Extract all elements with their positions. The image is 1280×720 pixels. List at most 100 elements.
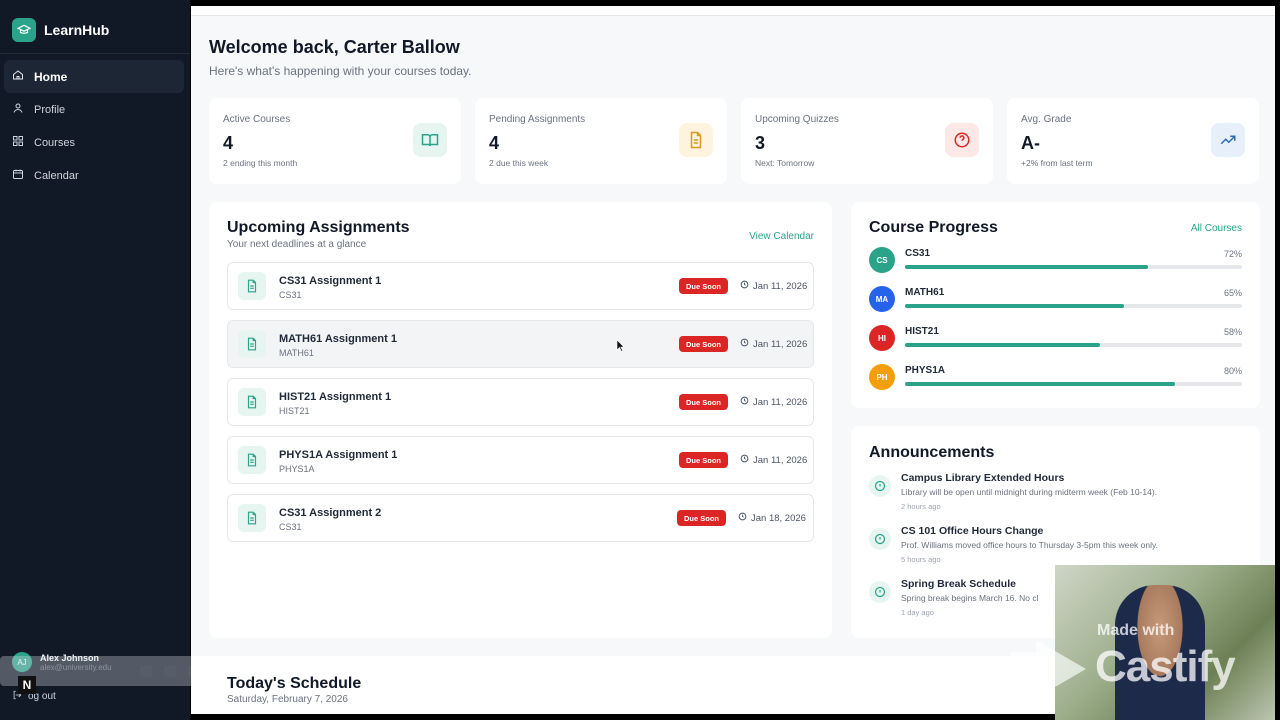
course-avatar: HI [869, 325, 895, 351]
progress-bar [905, 304, 1242, 308]
page-title: Welcome back, Carter Ballow [209, 37, 460, 57]
progress-fill [905, 343, 1101, 347]
document-icon [238, 330, 266, 358]
due-soon-badge: Due Soon [677, 510, 726, 526]
due-date-text: Jan 11, 2026 [753, 280, 808, 292]
due-date-text: Jan 18, 2026 [751, 512, 806, 524]
course-avatar: PH [869, 364, 895, 390]
stat-note: Next: Tomorrow [755, 158, 815, 168]
assignment-row[interactable]: PHYS1A Assignment 1 PHYS1A Due Soon Jan … [227, 436, 814, 484]
due-date: Jan 11, 2026 [740, 454, 807, 466]
progress-fill [905, 265, 1148, 269]
assignment-name: CS31 Assignment 1 [279, 275, 382, 287]
clock-icon [740, 338, 749, 350]
assignment-row[interactable]: CS31 Assignment 2 CS31 Due Soon Jan 18, … [227, 494, 814, 542]
watermark-made-with: Made with [1097, 622, 1175, 639]
brand[interactable]: LearnHub [12, 18, 109, 42]
announcement-title: Campus Library Extended Hours [901, 472, 1065, 484]
sidebar: LearnHub Home Profile Courses Calendar A… [0, 0, 190, 720]
assignment-name: MATH61 Assignment 1 [279, 333, 397, 345]
toolbar-cursor-icon[interactable] [140, 665, 152, 677]
page-subtitle: Here's what's happening with your course… [209, 64, 472, 78]
card-title: Course Progress [869, 219, 998, 236]
stat-note: 2 due this week [489, 158, 549, 168]
document-icon [679, 123, 713, 157]
assignment-name: PHYS1A Assignment 1 [279, 449, 398, 461]
calendar-icon [12, 168, 24, 183]
divider [0, 53, 190, 54]
course-percent: 65% [1223, 288, 1242, 298]
card-title: Announcements [869, 444, 995, 461]
toolbar-zoom-icon[interactable] [164, 665, 176, 677]
question-icon [945, 123, 979, 157]
stat-card-upcoming-quizzes: Upcoming Quizzes 3 Next: Tomorrow [741, 98, 993, 184]
course-progress-row[interactable]: HI HIST21 58% [869, 325, 1242, 357]
grid-icon [12, 135, 24, 150]
course-progress-row[interactable]: MA MATH61 65% [869, 286, 1242, 318]
course-avatar: MA [869, 286, 895, 312]
course-percent: 80% [1223, 366, 1242, 376]
mouse-cursor-icon [617, 340, 625, 352]
due-date-text: Jan 11, 2026 [753, 396, 808, 408]
announcement-time: 2 hours ago [901, 502, 941, 511]
announcement-title: CS 101 Office Hours Change [901, 525, 1044, 537]
info-icon [869, 528, 891, 550]
stat-note: 2 ending this month [223, 158, 298, 168]
assignment-row[interactable]: CS31 Assignment 1 CS31 Due Soon Jan 11, … [227, 262, 814, 310]
sidebar-item-home[interactable]: Home [4, 60, 184, 93]
sidebar-item-profile[interactable]: Profile [4, 93, 184, 126]
frame-edge [1275, 0, 1280, 720]
assignment-name: HIST21 Assignment 1 [279, 391, 392, 403]
stat-note: +2% from last term [1021, 158, 1093, 168]
announcement-time: 1 day ago [901, 608, 934, 617]
watermark-brand: Castify [1095, 642, 1236, 691]
progress-bar [905, 343, 1242, 347]
sidebar-item-label: Home [34, 69, 68, 84]
due-date-text: Jan 11, 2026 [753, 338, 808, 350]
assignment-name: CS31 Assignment 2 [279, 507, 382, 519]
user-icon [12, 102, 24, 117]
assignment-row[interactable]: HIST21 Assignment 1 HIST21 Due Soon Jan … [227, 378, 814, 426]
assignment-course: CS31 [279, 522, 302, 532]
course-name: CS31 [905, 248, 931, 259]
course-name: PHYS1A [905, 365, 946, 376]
card-title: Upcoming Assignments [227, 219, 410, 236]
due-soon-badge: Due Soon [679, 394, 728, 410]
clock-icon [740, 454, 749, 466]
document-icon [238, 446, 266, 474]
graduation-cap-icon [12, 18, 36, 42]
due-date: Jan 11, 2026 [740, 280, 807, 292]
course-progress-row[interactable]: PH PHYS1A 80% [869, 364, 1242, 396]
stat-value: 4 [489, 133, 500, 153]
sidebar-item-label: Courses [34, 136, 75, 149]
schedule-title: Today's Schedule [227, 675, 362, 692]
stat-label: Active Courses [223, 114, 291, 125]
book-icon [413, 123, 447, 157]
sidebar-item-courses[interactable]: Courses [4, 126, 184, 159]
course-progress-row[interactable]: CS CS31 72% [869, 247, 1242, 279]
clock-icon [738, 512, 747, 524]
sidebar-item-calendar[interactable]: Calendar [4, 159, 184, 192]
due-soon-badge: Due Soon [679, 278, 728, 294]
document-icon [238, 388, 266, 416]
castify-watermark: Made with Castify [1010, 620, 1280, 710]
assignment-row[interactable]: MATH61 Assignment 1 MATH61 Due Soon Jan … [227, 320, 814, 368]
document-icon [238, 504, 266, 532]
upcoming-assignments-card: Upcoming Assignments Your next deadlines… [209, 202, 832, 638]
announcement-time: 5 hours ago [901, 555, 941, 564]
course-percent: 58% [1223, 327, 1242, 337]
course-name: MATH61 [905, 287, 945, 298]
announcement-title: Spring Break Schedule [901, 578, 1016, 590]
stat-label: Upcoming Quizzes [755, 114, 839, 125]
assignment-course: HIST21 [279, 406, 310, 416]
due-date: Jan 18, 2026 [738, 512, 806, 524]
stat-label: Pending Assignments [489, 114, 586, 125]
clock-icon [740, 396, 749, 408]
course-avatar: CS [869, 247, 895, 273]
view-calendar-link[interactable]: View Calendar [749, 231, 814, 242]
progress-fill [905, 382, 1175, 386]
info-icon [869, 475, 891, 497]
play-logo-icon [1010, 640, 1086, 698]
info-icon [869, 581, 891, 603]
all-courses-link[interactable]: All Courses [1191, 223, 1242, 234]
